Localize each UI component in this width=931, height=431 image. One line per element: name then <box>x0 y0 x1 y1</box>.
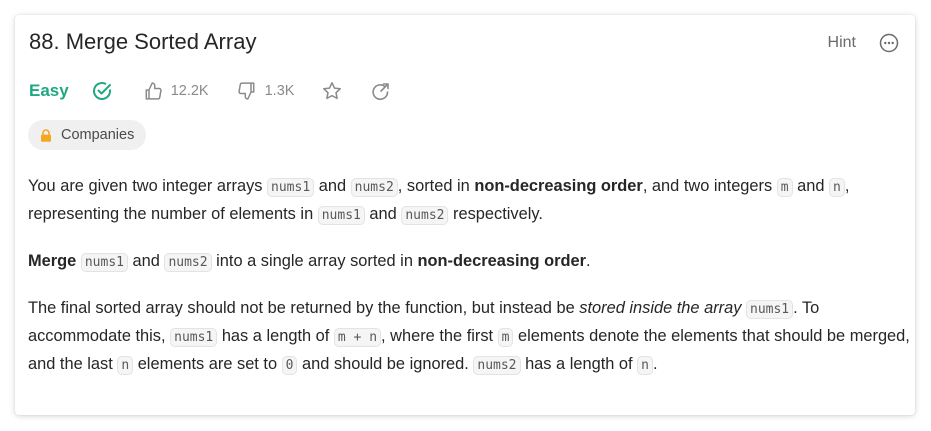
check-circle-icon <box>92 82 111 100</box>
text: . <box>652 355 658 373</box>
like-button[interactable]: 12.2K <box>143 81 209 101</box>
inline-code: m + n <box>333 328 382 347</box>
text: and <box>314 177 351 195</box>
text: elements are set to <box>133 355 282 373</box>
text: and <box>792 177 830 195</box>
text: into a single array sorted in <box>211 252 418 270</box>
italic-text: stored inside the array <box>579 299 742 317</box>
text: . <box>586 252 591 270</box>
inline-code: n <box>117 356 134 375</box>
text: has a length of <box>520 355 638 373</box>
bold-text: Merge <box>28 252 77 270</box>
text: and should be ignored. <box>297 355 474 373</box>
hint-button[interactable]: Hint <box>828 34 856 52</box>
bold-text: non-decreasing order <box>417 252 587 270</box>
lock-icon <box>41 128 51 142</box>
text: , where the first <box>381 327 498 345</box>
inline-code: n <box>637 356 653 375</box>
inline-code: nums1 <box>746 300 794 319</box>
dislike-count: 1.3K <box>264 83 295 99</box>
problem-meta: Easy 12.2K 1.3K <box>29 79 391 103</box>
dislike-button[interactable]: 1.3K <box>237 81 295 101</box>
inline-code: nums1 <box>170 328 218 347</box>
difficulty-badge: Easy <box>29 81 69 100</box>
share-icon[interactable] <box>370 81 391 102</box>
star-icon[interactable] <box>322 81 342 101</box>
text: and <box>364 205 402 223</box>
bold-text: non-decreasing order <box>474 177 643 195</box>
inline-code: 0 <box>281 356 298 375</box>
companies-label: Companies <box>61 127 135 143</box>
inline-code: nums1 <box>80 253 128 272</box>
thumbs-down-icon <box>237 82 255 100</box>
text: and <box>127 252 165 270</box>
inline-code: nums2 <box>164 253 212 272</box>
thumbs-up-icon <box>145 82 162 100</box>
like-count: 12.2K <box>170 83 209 99</box>
problem-description: You are given two integer arrays nums1 a… <box>28 173 912 398</box>
text: has a length of <box>217 327 334 345</box>
inline-code: m <box>497 328 514 347</box>
inline-code: nums1 <box>267 178 315 197</box>
problem-card: 88. Merge Sorted Array Hint Easy 12.2K 1… <box>15 15 915 415</box>
text: respectively. <box>448 205 543 223</box>
inline-code: m <box>776 178 793 197</box>
problem-title: 88. Merge Sorted Array <box>29 29 257 54</box>
inline-code: nums2 <box>401 206 449 225</box>
inline-code: nums2 <box>350 178 398 197</box>
more-dots-icon[interactable] <box>879 33 899 53</box>
text: The final sorted array should not be ret… <box>28 299 580 317</box>
text: You are given two integer arrays <box>28 177 268 195</box>
description-paragraph: The final sorted array should not be ret… <box>28 295 912 379</box>
inline-code: nums1 <box>317 206 365 225</box>
companies-tag[interactable]: Companies <box>28 120 147 150</box>
description-paragraph: Merge nums1 and nums2 into a single arra… <box>28 248 912 276</box>
text: , sorted in <box>397 177 475 195</box>
text: , and two integers <box>642 177 777 195</box>
inline-code: n <box>829 178 845 197</box>
description-paragraph: You are given two integer arrays nums1 a… <box>28 173 912 229</box>
inline-code: nums2 <box>473 356 521 375</box>
